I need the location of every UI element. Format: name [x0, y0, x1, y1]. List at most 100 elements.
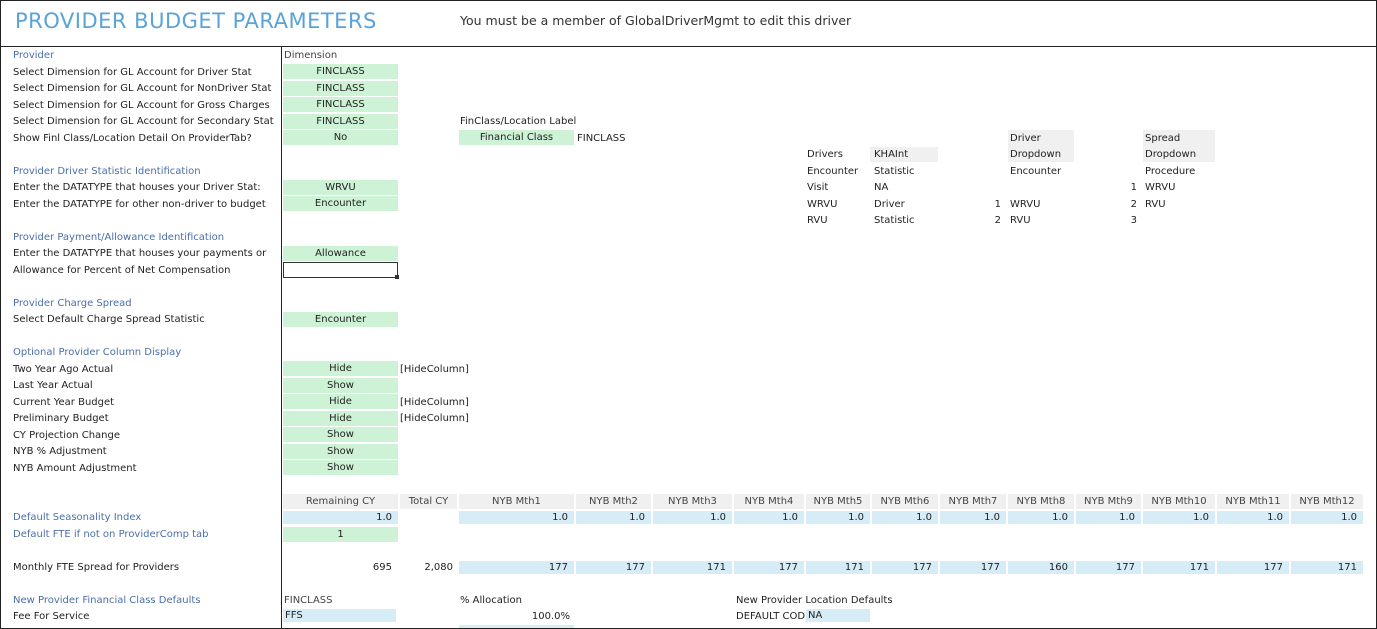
lookup-sval: Procedure — [1145, 166, 1196, 177]
col-header-nyb-mth4: NYB Mth4 — [734, 494, 804, 509]
location-default-input[interactable]: NA — [806, 609, 870, 622]
fee-for-service-label: Fee For Service — [13, 611, 90, 622]
fte-mth1[interactable]: 177 — [459, 561, 574, 574]
monthly-fte-label: Monthly FTE Spread for Providers — [13, 562, 180, 573]
lookup-dnum: 1 — [994, 199, 1001, 210]
lookup-dnum: 2 — [994, 215, 1001, 226]
col-header-nyb-mth9: NYB Mth9 — [1076, 494, 1141, 509]
nyb-pct-dropdown[interactable]: Show — [283, 444, 398, 459]
lookup-snum: 1 — [1130, 182, 1137, 193]
lookup-sval: RVU — [1145, 199, 1166, 210]
lookup-khaint: Statistic — [874, 215, 915, 226]
lookup-snum: 3 — [1130, 215, 1137, 226]
seasonality-mth10[interactable]: 1.0 — [1143, 511, 1215, 524]
prelim-label: Preliminary Budget — [13, 413, 109, 424]
cy-proj-dropdown[interactable]: Show — [283, 427, 398, 442]
show-finl-dropdown[interactable]: No — [283, 130, 398, 145]
lookup-khaint: NA — [874, 182, 889, 193]
permission-message: You must be a member of GlobalDriverMgmt… — [460, 13, 852, 28]
gl-nondriver-dropdown[interactable]: FINCLASS — [283, 81, 398, 96]
datatype-driver-label: Enter the DATATYPE that houses your Driv… — [13, 182, 261, 193]
default-charge-dropdown[interactable]: Encounter — [283, 312, 398, 327]
lookup-driver: Encounter — [807, 166, 859, 177]
finclass-default-input[interactable]: FFS — [283, 609, 396, 622]
seasonality-mth6[interactable]: 1.0 — [872, 511, 938, 524]
default-fte-input[interactable]: 1 — [283, 527, 398, 542]
fte-mth10[interactable]: 171 — [1143, 561, 1215, 574]
fte-mth11[interactable]: 177 — [1217, 561, 1289, 574]
two-year-dropdown[interactable]: Hide — [283, 361, 398, 376]
seasonality-mth5[interactable]: 1.0 — [806, 511, 870, 524]
col-header-nyb-mth8: NYB Mth8 — [1008, 494, 1074, 509]
seasonality-mth8[interactable]: 1.0 — [1008, 511, 1074, 524]
col-header-nyb-mth6: NYB Mth6 — [872, 494, 938, 509]
current-year-dropdown[interactable]: Hide — [283, 394, 398, 409]
gl-driver-dropdown[interactable]: FINCLASS — [283, 64, 398, 79]
page-title: PROVIDER BUDGET PARAMETERS — [15, 9, 377, 33]
optional-section-label: Optional Provider Column Display — [13, 347, 182, 358]
provider-section-label: Provider — [13, 50, 55, 61]
gl-secondary-label: Select Dimension for GL Account for Seco… — [13, 116, 274, 127]
allocation-next-cell[interactable] — [459, 625, 574, 628]
last-year-dropdown[interactable]: Show — [283, 378, 398, 393]
hide-column-tag: [HideColumn] — [400, 364, 469, 375]
col-header-nyb-mth12: NYB Mth12 — [1291, 494, 1363, 509]
allocation-value: 100.0% — [531, 611, 570, 622]
financial-class-dropdown[interactable]: Financial Class — [459, 130, 574, 145]
lookup-khaint: Statistic — [874, 166, 915, 177]
cell-fill-handle[interactable] — [395, 275, 399, 279]
lookup-dval: WRVU — [1010, 199, 1041, 210]
datatype-driver-input[interactable]: WRVU — [283, 180, 398, 195]
fte-mth6[interactable]: 177 — [872, 561, 938, 574]
seasonality-mth7[interactable]: 1.0 — [940, 511, 1006, 524]
charge-section-label: Provider Charge Spread — [13, 298, 132, 309]
allowance-pct-input[interactable] — [283, 262, 398, 278]
hide-column-tag: [HideColumn] — [400, 397, 469, 408]
datatype-payments-input[interactable]: Allowance — [283, 246, 398, 261]
fte-mth5[interactable]: 171 — [806, 561, 870, 574]
nyb-amt-label: NYB Amount Adjustment — [13, 463, 137, 474]
gl-driver-label: Select Dimension for GL Account for Driv… — [13, 67, 252, 78]
prelim-dropdown[interactable]: Hide — [283, 411, 398, 426]
fte-mth4[interactable]: 177 — [734, 561, 804, 574]
fte-mth7[interactable]: 177 — [940, 561, 1006, 574]
col-header-nyb-mth1: NYB Mth1 — [459, 494, 574, 509]
fte-mth9[interactable]: 177 — [1076, 561, 1141, 574]
seasonality-mth4[interactable]: 1.0 — [734, 511, 804, 524]
datatype-other-input[interactable]: Encounter — [283, 196, 398, 211]
fte-mth8[interactable]: 160 — [1008, 561, 1074, 574]
lookup-driver: WRVU — [807, 199, 838, 210]
lookup-dval: RVU — [1010, 215, 1031, 226]
driver-header: Driver — [1010, 133, 1041, 144]
seasonality-mth12[interactable]: 1.0 — [1291, 511, 1363, 524]
payment-section-label: Provider Payment/Allowance Identificatio… — [13, 232, 225, 243]
datatype-payments-label: Enter the DATATYPE that houses your paym… — [13, 248, 267, 259]
seasonality-mth9[interactable]: 1.0 — [1076, 511, 1141, 524]
lookup-snum: 2 — [1130, 199, 1137, 210]
col-header-nyb-mth3: NYB Mth3 — [653, 494, 732, 509]
dimension-header: Dimension — [284, 50, 338, 61]
cy-proj-label: CY Projection Change — [13, 430, 121, 441]
fte-remaining-cy: 695 — [372, 562, 392, 573]
seasonality-mth3[interactable]: 1.0 — [653, 511, 732, 524]
seasonality-mth2[interactable]: 1.0 — [576, 511, 651, 524]
default-charge-label: Select Default Charge Spread Statistic — [13, 314, 205, 325]
nyb-amt-dropdown[interactable]: Show — [283, 460, 398, 475]
fte-mth12[interactable]: 171 — [1291, 561, 1363, 574]
seasonality-mth1[interactable]: 1.0 — [459, 511, 574, 524]
gl-secondary-dropdown[interactable]: FINCLASS — [283, 114, 398, 129]
gl-gross-dropdown[interactable]: FINCLASS — [283, 97, 398, 112]
seasonality-mth11[interactable]: 1.0 — [1217, 511, 1289, 524]
header-divider — [1, 46, 1376, 47]
show-finl-label: Show Finl Class/Location Detail On Provi… — [13, 133, 252, 144]
fte-mth3[interactable]: 171 — [653, 561, 732, 574]
new-finclass-label: New Provider Financial Class Defaults — [13, 595, 201, 606]
lookup-sval: WRVU — [1145, 182, 1176, 193]
current-year-label: Current Year Budget — [13, 397, 115, 408]
seasonality-remaining-cy[interactable]: 1.0 — [283, 511, 398, 524]
default-fte-label: Default FTE if not on ProviderComp tab — [13, 529, 209, 540]
allowance-pct-label: Allowance for Percent of Net Compensatio… — [13, 265, 231, 276]
col-header-nyb-mth11: NYB Mth11 — [1217, 494, 1289, 509]
finclass-location-label: FinClass/Location Label — [460, 116, 577, 127]
fte-mth2[interactable]: 177 — [576, 561, 651, 574]
